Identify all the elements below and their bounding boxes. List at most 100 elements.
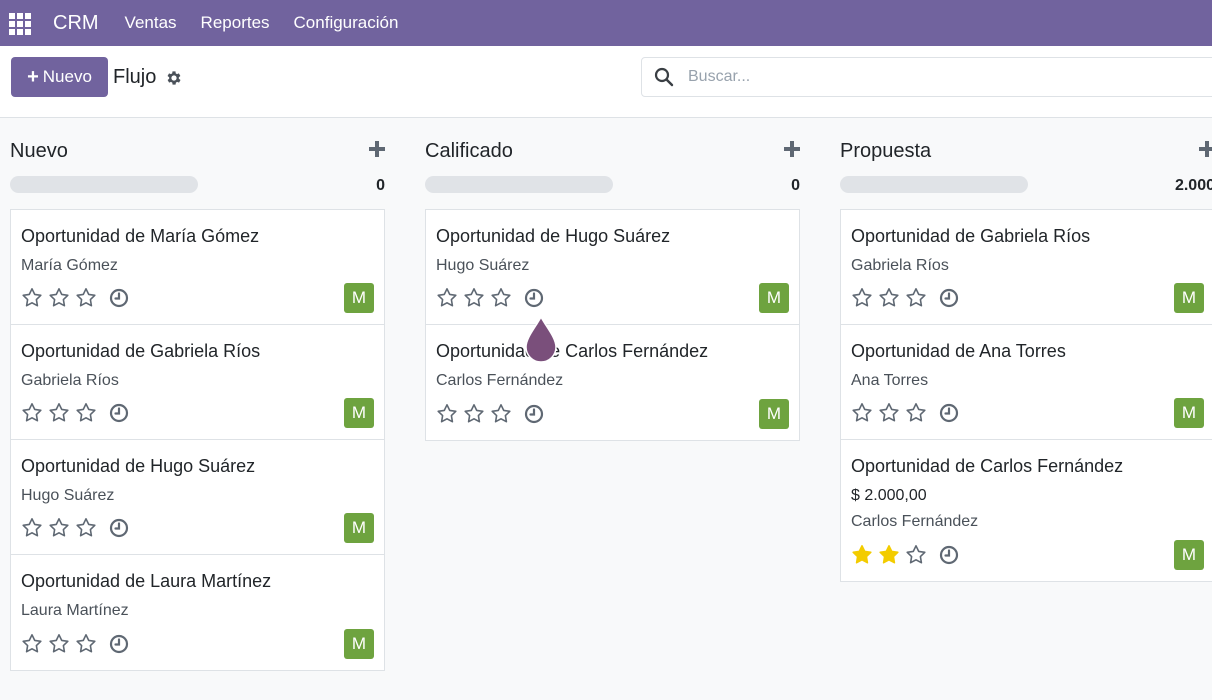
- priority-stars: [21, 633, 102, 655]
- column-total: 0: [791, 177, 800, 194]
- star-icon[interactable]: [851, 287, 873, 309]
- card-title: Oportunidad de Hugo Suárez: [436, 226, 671, 246]
- priority-stars: [436, 287, 517, 309]
- card-title: Oportunidad de Gabriela Ríos: [851, 226, 1091, 246]
- control-panel: + Nuevo Flujo: [0, 46, 1212, 118]
- opportunity-card[interactable]: Oportunidad de Ana Torres Ana Torres M: [841, 325, 1212, 440]
- card-contact: Laura Martínez: [21, 602, 129, 619]
- column-title[interactable]: Calificado: [425, 140, 513, 163]
- star-icon[interactable]: [905, 544, 927, 566]
- star-icon[interactable]: [490, 287, 512, 309]
- menu-reportes[interactable]: Reportes: [201, 13, 270, 33]
- opportunity-card[interactable]: Oportunidad de Carlos Fernández Carlos Fe…: [426, 325, 799, 440]
- opportunity-card[interactable]: Oportunidad de Laura Martínez Laura Martí…: [11, 555, 384, 670]
- star-icon[interactable]: [905, 402, 927, 424]
- new-button-label: Nuevo: [42, 67, 92, 86]
- avatar[interactable]: M: [344, 513, 374, 543]
- star-icon[interactable]: [48, 402, 70, 424]
- avatar[interactable]: M: [1174, 283, 1204, 313]
- clock-icon[interactable]: [939, 545, 959, 565]
- add-card-icon[interactable]: [784, 141, 800, 157]
- star-icon[interactable]: [75, 287, 97, 309]
- add-card-icon[interactable]: [1199, 141, 1212, 157]
- opportunity-card[interactable]: Oportunidad de Gabriela Ríos Gabriela Río…: [841, 210, 1212, 325]
- column-total: 0: [376, 177, 385, 194]
- new-button[interactable]: + Nuevo: [11, 57, 108, 97]
- kanban-board: Nuevo 0 Oportunidad de María Gómez María Gó…: [0, 119, 1212, 700]
- column-header: Nuevo 0: [10, 119, 385, 209]
- priority-stars: [436, 403, 517, 425]
- avatar[interactable]: M: [759, 399, 789, 429]
- clock-icon[interactable]: [524, 288, 544, 308]
- card-footer: M: [21, 398, 374, 428]
- star-icon[interactable]: [21, 633, 43, 655]
- opportunity-card[interactable]: Oportunidad de Hugo Suárez Hugo Suárez M: [11, 440, 384, 555]
- column-progress-bar[interactable]: [840, 176, 1028, 193]
- search-bar[interactable]: [641, 57, 1212, 97]
- star-icon[interactable]: [436, 403, 458, 425]
- avatar[interactable]: M: [344, 398, 374, 428]
- clock-icon[interactable]: [109, 403, 129, 423]
- star-icon[interactable]: [436, 287, 458, 309]
- star-filled-icon[interactable]: [878, 544, 900, 566]
- clock-icon[interactable]: [109, 518, 129, 538]
- star-icon[interactable]: [490, 403, 512, 425]
- menu-configuracion[interactable]: Configuración: [294, 13, 399, 33]
- column-total: 2.000: [1174, 177, 1212, 194]
- avatar[interactable]: M: [344, 283, 374, 313]
- clock-icon[interactable]: [939, 288, 959, 308]
- avatar[interactable]: M: [759, 283, 789, 313]
- app-brand[interactable]: CRM: [53, 12, 99, 35]
- column-header: Propuesta 2.000: [840, 119, 1212, 209]
- star-icon[interactable]: [48, 517, 70, 539]
- apps-menu-icon[interactable]: [9, 12, 31, 35]
- star-icon[interactable]: [463, 403, 485, 425]
- star-filled-icon[interactable]: [851, 544, 873, 566]
- column-title[interactable]: Propuesta: [840, 140, 931, 163]
- card-list: Oportunidad de Hugo Suárez Hugo Suárez M Op…: [425, 209, 800, 441]
- opportunity-card[interactable]: Oportunidad de Carlos Fernández $ 2.000,0…: [841, 440, 1212, 581]
- clock-icon[interactable]: [109, 288, 129, 308]
- clock-icon[interactable]: [524, 404, 544, 424]
- star-icon[interactable]: [905, 287, 927, 309]
- star-icon[interactable]: [48, 287, 70, 309]
- avatar[interactable]: M: [1174, 398, 1204, 428]
- clock-icon[interactable]: [939, 403, 959, 423]
- column-progress-bar[interactable]: [10, 176, 198, 193]
- star-icon[interactable]: [75, 517, 97, 539]
- star-icon[interactable]: [463, 287, 485, 309]
- card-contact: Hugo Suárez: [436, 257, 530, 274]
- star-icon[interactable]: [75, 633, 97, 655]
- gear-icon[interactable]: [165, 69, 183, 87]
- opportunity-card[interactable]: Oportunidad de Gabriela Ríos Gabriela Río…: [11, 325, 384, 440]
- opportunity-card[interactable]: Oportunidad de María Gómez María Gómez M: [11, 210, 384, 325]
- star-icon[interactable]: [878, 402, 900, 424]
- card-contact: Carlos Fernández: [436, 372, 564, 389]
- page-title: Flujo: [113, 66, 157, 88]
- card-contact: Hugo Suárez: [21, 487, 115, 504]
- star-icon[interactable]: [21, 517, 43, 539]
- star-icon[interactable]: [48, 633, 70, 655]
- star-icon[interactable]: [21, 287, 43, 309]
- menu-ventas[interactable]: Ventas: [125, 13, 177, 33]
- clock-icon[interactable]: [109, 634, 129, 654]
- star-icon[interactable]: [21, 402, 43, 424]
- card-footer: M: [851, 540, 1204, 570]
- breadcrumb: Flujo: [113, 66, 183, 89]
- column-progress-bar[interactable]: [425, 176, 613, 193]
- card-title: Oportunidad de Ana Torres: [851, 341, 1066, 361]
- search-icon: [654, 67, 674, 87]
- priority-stars: [851, 544, 932, 566]
- avatar[interactable]: M: [1174, 540, 1204, 570]
- star-icon[interactable]: [878, 287, 900, 309]
- column-title[interactable]: Nuevo: [10, 140, 68, 163]
- add-card-icon[interactable]: [369, 141, 385, 157]
- priority-stars: [21, 287, 102, 309]
- search-input[interactable]: [688, 68, 1088, 86]
- star-icon[interactable]: [75, 402, 97, 424]
- avatar[interactable]: M: [344, 629, 374, 659]
- card-title: Oportunidad de Carlos Fernández: [436, 341, 709, 361]
- star-icon[interactable]: [851, 402, 873, 424]
- priority-stars: [21, 517, 102, 539]
- opportunity-card[interactable]: Oportunidad de Hugo Suárez Hugo Suárez M: [426, 210, 799, 325]
